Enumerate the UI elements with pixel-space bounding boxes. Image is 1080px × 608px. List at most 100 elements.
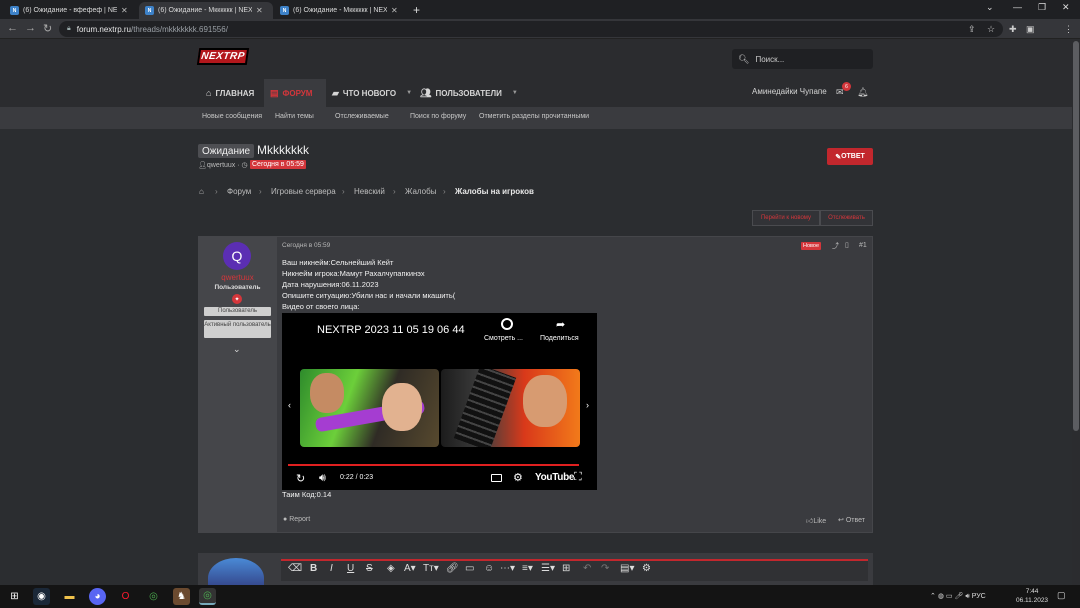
share-arrow-icon[interactable]: ➦ (556, 318, 565, 331)
post-number[interactable]: #1 (859, 242, 867, 249)
watch-later-label[interactable]: Смотреть ... (484, 335, 523, 342)
bell-icon[interactable]: 🔔︎ (857, 87, 868, 98)
captions-icon[interactable] (491, 474, 502, 482)
subnav-find-threads[interactable]: Найти темы (275, 113, 314, 120)
strikethrough-icon[interactable]: S (366, 563, 373, 574)
opera-icon[interactable]: O (117, 588, 134, 605)
breadcrumb-home-icon[interactable]: ⌂ (199, 187, 204, 196)
reply-button[interactable]: ✎ ОТВЕТ (827, 148, 873, 165)
thread-date-badge[interactable]: Сегодня в 05:59 (250, 160, 306, 169)
smiley-icon[interactable]: ☺ (484, 563, 494, 574)
chevron-right-icon[interactable]: › (586, 400, 589, 410)
extensions-icon[interactable]: ✚ (1009, 24, 1017, 35)
nav-forums[interactable]: ▤ ФОРУМ (264, 79, 326, 107)
side-panel-icon[interactable]: ▣ (1026, 24, 1035, 35)
chevron-down-icon[interactable]: ▼ (512, 90, 518, 96)
related-video-thumbnail[interactable] (441, 369, 580, 447)
tray-arrow-icon[interactable]: ⌃ (930, 593, 936, 600)
post-username[interactable]: qwertuux (198, 273, 277, 282)
undo-icon[interactable]: ↶ (583, 563, 591, 574)
list-icon[interactable]: ☰▾ (541, 563, 555, 574)
close-icon[interactable]: ✕ (121, 6, 128, 15)
fullscreen-icon[interactable]: ⛶ (574, 471, 582, 484)
scrollbar-thumb[interactable] (1073, 41, 1079, 431)
discord-icon[interactable]: ◕ (89, 588, 106, 605)
bookmark-icon[interactable]: ▯ (845, 241, 849, 249)
nav-home[interactable]: ⌂ ГЛАВНАЯ (200, 79, 260, 107)
maximize-icon[interactable]: ❐ (1038, 2, 1046, 13)
chevron-left-icon[interactable]: ‹ (288, 400, 291, 410)
steam-icon[interactable]: ◉ (33, 588, 50, 605)
notifications-icon[interactable]: ▢ (1057, 590, 1066, 601)
more-icon[interactable]: ⋯▾ (500, 563, 515, 574)
redo-icon[interactable]: ↷ (601, 563, 609, 574)
language-indicator[interactable]: РУС (972, 593, 986, 600)
back-icon[interactable]: ← (7, 22, 18, 34)
bold-icon[interactable]: B (310, 563, 317, 574)
network-icon[interactable]: ▭ (946, 593, 953, 600)
video-title[interactable]: NEXTRP 2023 11 05 19 06 44 (317, 324, 465, 336)
microphone-icon[interactable]: 🎤︎ (954, 593, 963, 600)
gear-icon[interactable]: ⚙ (513, 471, 523, 484)
url-bar[interactable]: 🔒︎ forum.nextrp.ru/threads/mkkkkkkk.69155… (59, 21, 1003, 37)
thread-author[interactable]: 👤︎qwertuux · ◷ (198, 161, 248, 169)
chevron-down-icon[interactable]: ▼ (406, 90, 412, 96)
chrome-icon[interactable]: ◎ (145, 588, 162, 605)
bookmark-star-icon[interactable]: ☆ (987, 24, 995, 35)
color-icon[interactable]: ◈ (387, 563, 395, 574)
table-icon[interactable]: ⊞ (562, 563, 570, 574)
search-input[interactable]: 🔍︎ Поиск... (732, 49, 873, 69)
video-share-label[interactable]: Поделиться (540, 335, 579, 342)
tray-app-icon[interactable]: ◍ (938, 593, 944, 600)
align-icon[interactable]: ≡▾ (522, 563, 533, 574)
youtube-logo[interactable]: YouTube (535, 472, 575, 483)
volume-icon[interactable]: 🔊︎ (319, 472, 326, 485)
clock[interactable]: 7:44 06.11.2023 (1016, 587, 1048, 605)
replay-icon[interactable]: ↻ (296, 472, 305, 485)
link-icon[interactable]: 🔗︎ (446, 563, 459, 574)
close-icon[interactable]: ✕ (256, 6, 263, 15)
breadcrumb-item[interactable]: Форум (227, 187, 251, 196)
breadcrumb-item[interactable]: Невский (354, 187, 385, 196)
browser-tab[interactable]: N (6) Ожидание - Мкккккк | NEX ✕ (274, 2, 408, 19)
font-family-icon[interactable]: Tт▾ (423, 563, 439, 574)
font-size-icon[interactable]: A▾ (404, 563, 416, 574)
breadcrumb-item[interactable]: Жалобы (405, 187, 436, 196)
chrome-active-icon[interactable]: ◎ (199, 588, 216, 605)
subnav-mark-read[interactable]: Отметить разделы прочитанными (479, 113, 589, 120)
share-icon[interactable]: ⤴ (832, 241, 839, 251)
breadcrumb-item[interactable]: Игровые сервера (271, 187, 336, 196)
subnav-search-forums[interactable]: Поиск по форуму (410, 113, 466, 120)
image-icon[interactable]: ▭ (465, 563, 474, 574)
minimize-icon[interactable]: — (1013, 2, 1022, 12)
windows-start-icon[interactable]: ⊞ (6, 588, 23, 605)
subnav-new-posts[interactable]: Новые сообщения (202, 113, 262, 120)
game-icon[interactable]: ♞ (173, 588, 190, 605)
report-link[interactable]: ● Report (283, 516, 310, 523)
breadcrumb-current[interactable]: Жалобы на игроков (455, 187, 534, 196)
nav-whats-new[interactable]: ▰ ЧТО НОВОГО ▼ (326, 79, 418, 107)
thread-prefix-label[interactable]: Ожидание (198, 144, 255, 158)
underline-icon[interactable]: U (347, 563, 354, 574)
close-icon[interactable]: ✕ (391, 6, 398, 15)
browser-tab-active[interactable]: N (6) Ожидание - Мкккккк | NEX ✕ (139, 2, 273, 19)
reload-icon[interactable]: ↻ (43, 22, 52, 35)
italic-icon[interactable]: I (330, 563, 333, 574)
eraser-icon[interactable]: ⌫ (288, 563, 302, 574)
browser-tab[interactable]: N (6) Ожидание - вфефеф | NEXT ✕ (4, 2, 138, 19)
watch-thread-button[interactable]: Отслеживать (820, 210, 873, 226)
chevron-down-icon[interactable]: ⌄ (233, 344, 241, 355)
system-tray[interactable]: ⌃ ◍ ▭ 🎤︎ 🔊︎ РУС (930, 592, 986, 601)
forward-icon[interactable]: → (25, 22, 36, 34)
subnav-watched[interactable]: Отслеживаемые (335, 113, 389, 120)
post-date[interactable]: Сегодня в 05:59 (282, 242, 330, 249)
site-logo[interactable]: NEXTRP (196, 48, 250, 65)
quote-reply-button[interactable]: ↩ Ответ (838, 516, 865, 524)
new-tab-icon[interactable]: + (413, 3, 420, 17)
avatar[interactable]: Q (223, 242, 251, 270)
user-menu[interactable]: Аминедайки Чупапе (752, 87, 827, 96)
tab-search-icon[interactable]: ⌄ (986, 2, 994, 13)
template-icon[interactable]: ▤▾ (620, 563, 634, 574)
nav-members[interactable]: 👥︎ ПОЛЬЗОВАТЕЛИ ▼ (414, 79, 524, 107)
file-explorer-icon[interactable]: ▬ (61, 588, 78, 605)
